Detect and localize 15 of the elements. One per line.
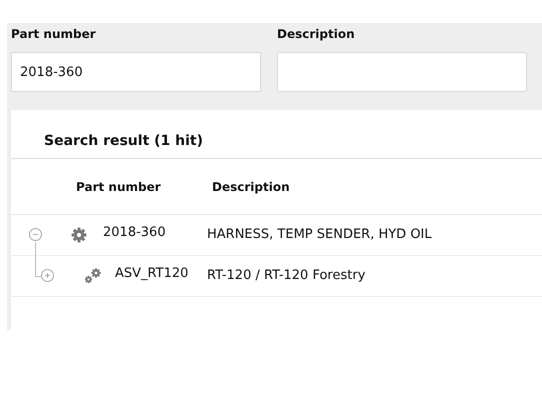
field-label: Part number (11, 27, 97, 43)
column-header: Description (212, 180, 290, 194)
expand-button[interactable] (41, 269, 54, 282)
gear-icon (71, 227, 87, 243)
description-cell: HARNESS, TEMP SENDER, HYD OIL (207, 227, 432, 242)
gears-icon (84, 268, 102, 284)
part-number-cell: ASV_RT120 (115, 266, 188, 281)
results-title: Search result (1 hit) (11, 110, 542, 159)
collapse-button[interactable] (29, 228, 42, 241)
input-field[interactable]: 2018-360 (11, 52, 261, 92)
column-header: Part number (75, 180, 162, 194)
part-number-cell: 2018-360 (103, 225, 166, 240)
description-cell: RT-120 / RT-120 Forestry (207, 268, 366, 283)
field-label: Description (277, 27, 356, 43)
input-field[interactable] (277, 52, 527, 92)
